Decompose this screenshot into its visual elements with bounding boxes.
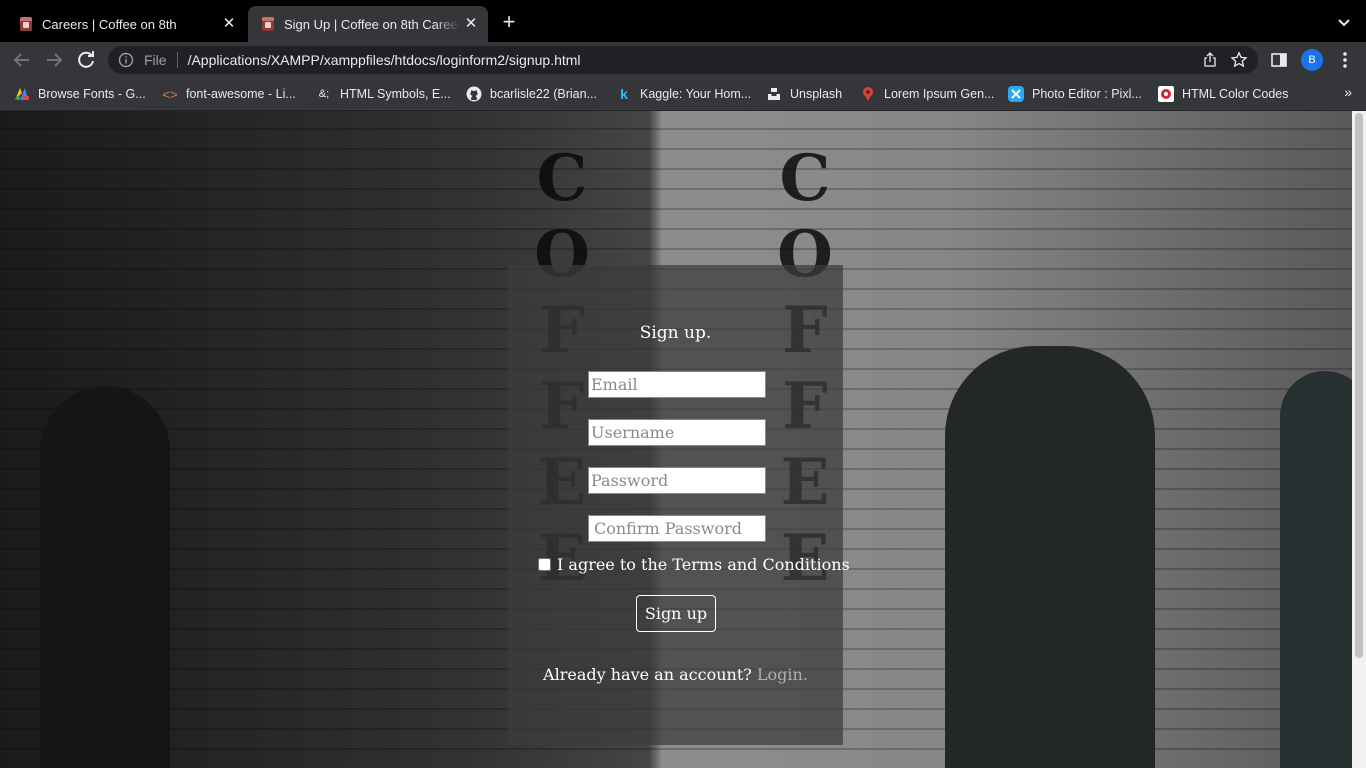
background-arch (1280, 371, 1352, 768)
password-input[interactable] (588, 467, 766, 494)
tab-sign-up[interactable]: Sign Up | Coffee on 8th Careers ✕ (248, 6, 488, 42)
bookmark-star-icon[interactable] (1230, 51, 1248, 69)
signup-form: Sign up. I agree to the Terms and Condit… (508, 265, 850, 745)
terms-row[interactable]: I agree to the Terms and Conditions (538, 555, 850, 574)
confirm-password-input[interactable] (588, 515, 766, 542)
more-menu-icon[interactable] (1336, 50, 1354, 70)
bookmark-label: Unsplash (790, 87, 843, 101)
bookmark-html-color-codes[interactable]: HTML Color Codes (1158, 85, 1289, 103)
already-text: Already have an account? (543, 665, 752, 684)
coffee-favicon-icon (20, 17, 32, 31)
bookmark-github[interactable]: bcarlisle22 (Brian... (466, 85, 597, 103)
email-input[interactable] (588, 371, 766, 398)
code-brackets-icon: <> (162, 86, 178, 102)
bookmark-font-awesome[interactable]: <> font-awesome - Li... (162, 85, 296, 103)
info-icon[interactable] (118, 52, 134, 68)
url-scheme: File (144, 52, 167, 68)
address-bar[interactable]: File /Applications/XAMPP/xamppfiles/htdo… (108, 46, 1258, 74)
background-arch (945, 346, 1155, 768)
scrollbar-thumb[interactable] (1355, 113, 1363, 658)
close-tab-icon[interactable]: ✕ (462, 15, 480, 33)
github-icon (466, 86, 482, 102)
tab-title: Sign Up | Coffee on 8th Careers (284, 16, 460, 32)
forward-arrow-icon[interactable] (42, 48, 66, 72)
url-separator (176, 52, 178, 68)
bookmarks-overflow-icon[interactable]: » (1344, 84, 1352, 100)
sign-up-button[interactable]: Sign up (636, 595, 716, 632)
profile-avatar[interactable]: B (1301, 49, 1323, 71)
terms-label: I agree to the Terms and Conditions (557, 555, 850, 574)
tab-title: Careers | Coffee on 8th (42, 16, 177, 32)
login-prompt: Already have an account? Login. (508, 665, 843, 684)
kaggle-icon: k (620, 86, 628, 102)
close-tab-icon[interactable]: ✕ (220, 15, 238, 33)
bookmark-label: bcarlisle22 (Brian... (490, 87, 597, 101)
pixlr-icon (1008, 86, 1024, 102)
color-codes-icon (1158, 86, 1174, 102)
page-scrollbar[interactable] (1352, 111, 1366, 768)
bookmark-label: font-awesome - Li... (186, 87, 296, 101)
bookmark-unsplash[interactable]: Unsplash (766, 85, 842, 103)
bookmark-html-symbols[interactable]: &; HTML Symbols, E... (316, 85, 451, 103)
share-icon[interactable] (1202, 52, 1218, 68)
back-arrow-icon[interactable] (10, 48, 34, 72)
new-tab-icon[interactable]: + (498, 11, 520, 34)
reload-icon[interactable] (74, 48, 98, 72)
bookmark-pixlr[interactable]: Photo Editor : Pixl... (1008, 85, 1142, 103)
bookmark-label: Browse Fonts - G... (38, 87, 146, 101)
tab-search-chevron-icon[interactable] (1334, 12, 1354, 32)
google-fonts-icon (14, 86, 30, 102)
ampersand-icon: &; (318, 88, 330, 100)
bookmark-browse-fonts[interactable]: Browse Fonts - G... (14, 85, 146, 103)
unsplash-icon (766, 86, 782, 102)
form-heading: Sign up. (639, 323, 712, 343)
bookmark-label: Photo Editor : Pixl... (1032, 87, 1142, 101)
side-panel-icon[interactable] (1270, 51, 1288, 69)
username-input[interactable] (588, 419, 766, 446)
signup-page: C O F F E E C O F F E E Sign up. I agree… (0, 111, 1352, 768)
lorem-ipsum-icon (860, 86, 876, 102)
terms-checkbox[interactable] (538, 558, 551, 571)
bookmarks-bar: Browse Fonts - G... <> font-awesome - Li… (0, 78, 1366, 110)
bookmark-label: Kaggle: Your Hom... (640, 87, 752, 101)
bookmark-label: HTML Color Codes (1182, 87, 1289, 101)
background-arch (40, 386, 170, 768)
tab-strip: Careers | Coffee on 8th ✕ Sign Up | Coff… (0, 0, 1366, 42)
coffee-favicon-icon (262, 17, 274, 31)
url-text[interactable]: /Applications/XAMPP/xamppfiles/htdocs/lo… (188, 52, 581, 68)
bookmark-kaggle[interactable]: k Kaggle: Your Hom... (616, 85, 751, 103)
login-link[interactable]: Login. (757, 665, 808, 684)
bookmark-label: HTML Symbols, E... (340, 87, 451, 101)
tab-careers[interactable]: Careers | Coffee on 8th ✕ (0, 6, 246, 42)
bookmark-lorem-ipsum[interactable]: Lorem Ipsum Gen... (860, 85, 994, 103)
bookmark-label: Lorem Ipsum Gen... (884, 87, 995, 101)
browser-toolbar: File /Applications/XAMPP/xamppfiles/htdo… (0, 42, 1366, 78)
